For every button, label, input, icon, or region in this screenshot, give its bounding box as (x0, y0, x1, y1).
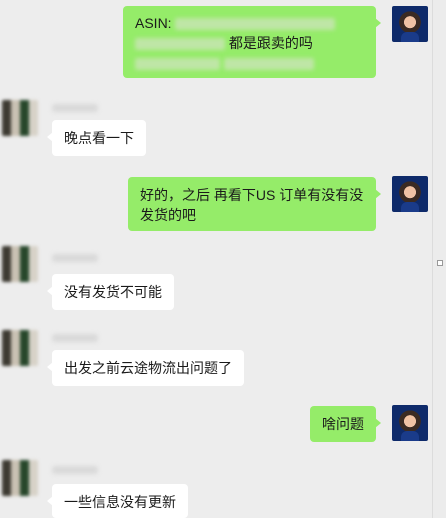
message-bubble[interactable]: 没有发货不可能 (47, 274, 174, 310)
message-bubble[interactable]: 啥问题 (310, 406, 381, 442)
sender-nickname (52, 254, 98, 262)
redacted-text (223, 58, 314, 71)
sender-nickname (52, 104, 98, 112)
redacted-text (135, 38, 225, 51)
avatar[interactable] (2, 100, 38, 136)
redacted-text (135, 58, 220, 71)
sender-nickname (52, 334, 98, 342)
message-bubble[interactable]: 好的，之后 再看下US 订单有没有没 发货的吧 (128, 177, 381, 231)
scroll-thumb[interactable] (437, 260, 443, 266)
avatar[interactable] (392, 6, 428, 42)
avatar[interactable] (2, 330, 38, 366)
message-bubble[interactable]: 一些信息没有更新 (47, 484, 188, 518)
redacted-text (175, 18, 336, 31)
avatar[interactable] (392, 405, 428, 441)
sender-nickname (52, 466, 98, 474)
message-bubble[interactable]: ASIN: 都是跟卖的吗 (123, 6, 381, 78)
message-bubble[interactable]: 晚点看一下 (47, 120, 146, 156)
avatar[interactable] (392, 176, 428, 212)
avatar[interactable] (2, 460, 38, 496)
message-bubble[interactable]: 出发之前云途物流出问题了 (47, 350, 244, 386)
scrollbar[interactable] (432, 0, 446, 518)
avatar[interactable] (2, 246, 38, 282)
